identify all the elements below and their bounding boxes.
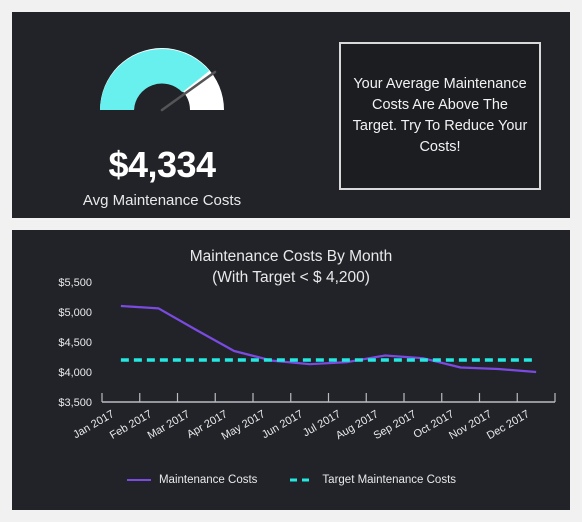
legend-item-maintenance-costs[interactable]: Maintenance Costs <box>126 474 257 486</box>
legend-swatch-dashed-icon <box>290 478 315 482</box>
chart-legend: Maintenance Costs Target Maintenance Cos… <box>12 474 570 486</box>
x-axis-tick-label: Feb 2017 <box>108 408 154 442</box>
legend-swatch-solid-icon <box>126 479 151 481</box>
gauge-chart <box>100 48 224 112</box>
legend-label-maintenance-costs: Maintenance Costs <box>158 474 258 486</box>
y-axis-tick-label: $5,000 <box>58 307 92 319</box>
insight-message-box: Your Average Maintenance Costs Are Above… <box>339 42 541 190</box>
line-chart-svg: $5,500$5,000$4,500$4,000$3,500Jan 2017Fe… <box>58 277 556 443</box>
x-axis-tick-label: Dec 2017 <box>485 408 532 442</box>
chart-panel: Maintenance Costs By Month (With Target … <box>12 230 570 510</box>
y-axis-tick-label: $4,000 <box>58 367 92 379</box>
legend-label-target-maintenance-costs: Target Maintenance Costs <box>322 474 457 486</box>
x-axis-tick-label: Mar 2017 <box>146 408 192 442</box>
gauge-caption: Avg Maintenance Costs <box>82 192 242 209</box>
line-chart: $5,500 $5,000 $4,500 $4,000 $3,500 Jan 2017 Fe… <box>12 230 570 510</box>
x-axis-tick-label: Sep 2017 <box>372 408 419 442</box>
y-axis-tick-label: $4,500 <box>58 337 92 349</box>
dashboard-root: $4,334 Avg Maintenance Costs Your Averag… <box>0 0 582 522</box>
gauge-panel: $4,334 Avg Maintenance Costs Your Averag… <box>12 12 570 218</box>
legend-item-target-maintenance-costs[interactable]: Target Maintenance Costs <box>289 474 456 486</box>
y-axis-tick-label: $5,500 <box>58 277 92 289</box>
y-axis-tick-label: $3,500 <box>58 397 92 409</box>
insight-message-text: Your Average Maintenance Costs Are Above… <box>352 76 528 155</box>
x-axis-tick-label: Jun 2017 <box>260 408 305 441</box>
x-axis-tick-label: May 2017 <box>220 408 268 443</box>
gauge-widget: $4,334 Avg Maintenance Costs <box>12 12 312 218</box>
series-line-maintenance-costs <box>120 304 537 374</box>
gauge-value: $4,334 <box>108 144 216 185</box>
